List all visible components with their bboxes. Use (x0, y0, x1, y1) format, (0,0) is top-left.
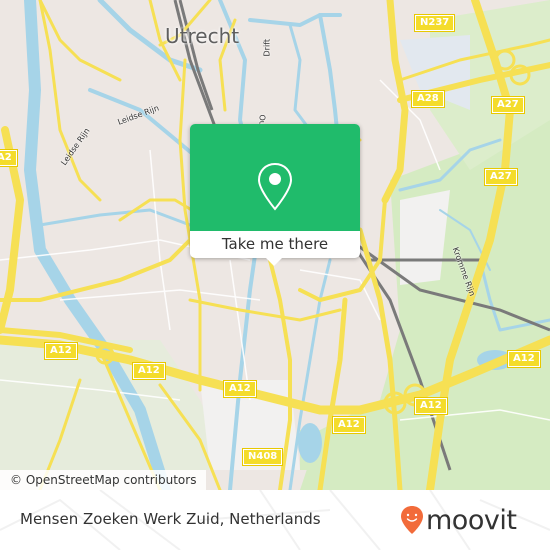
road-shield-a27: A27 (484, 168, 518, 186)
map-pin-icon (257, 162, 293, 211)
place-name: Mensen Zoeken Werk Zuid, Netherlands (20, 510, 321, 528)
moovit-logo[interactable]: moovit (400, 500, 517, 540)
street-label: Drift (262, 39, 272, 57)
location-popup: Take me there (190, 124, 360, 266)
road-shield-n408: N408 (241, 448, 284, 466)
road-shield-a12: A12 (44, 342, 78, 360)
road-shield-a12: A12 (132, 362, 166, 380)
popup-header (190, 124, 360, 231)
popup-pointer (266, 258, 282, 266)
road-shield-a12: A12 (332, 416, 366, 434)
footer: Mensen Zoeken Werk Zuid, Netherlands moo… (0, 490, 550, 550)
map-attribution[interactable]: © OpenStreetMap contributors (0, 470, 207, 490)
take-me-there-button[interactable]: Take me there (190, 231, 360, 258)
map[interactable]: Utrecht Leidse Rijn Leidse Rijn Drift Ou… (0, 0, 550, 490)
road-shield-a12: A12 (223, 380, 257, 398)
road-shield-n237: N237 (413, 14, 456, 32)
city-label-utrecht: Utrecht (165, 24, 240, 48)
moovit-pin-icon (401, 506, 423, 534)
road-shield-a2: A2 (0, 149, 18, 167)
road-shield-a28: A28 (411, 90, 445, 108)
road-shield-a27: A27 (491, 96, 525, 114)
road-shield-a12: A12 (414, 397, 448, 415)
moovit-wordmark: moovit (426, 504, 517, 536)
road-shield-a12: A12 (507, 350, 541, 368)
